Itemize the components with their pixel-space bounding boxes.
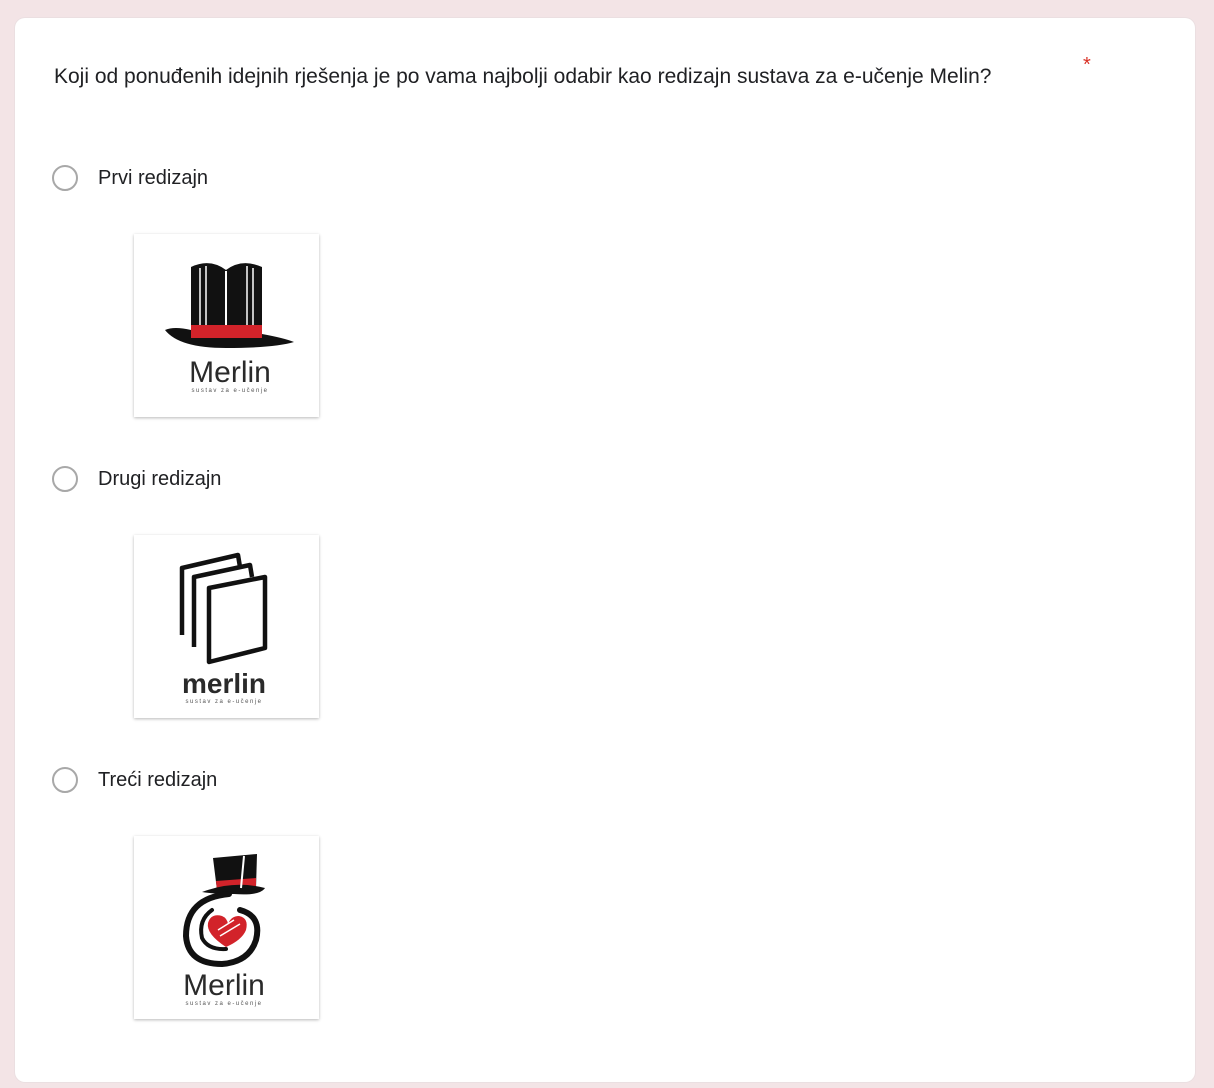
logo-tagline: sustav za e-učenje bbox=[185, 1001, 262, 1007]
option-drugi-redizajn[interactable]: Drugi redizajn bbox=[52, 466, 221, 492]
heart-top-hat-icon: Merlin sustav za e-učenje bbox=[182, 854, 265, 1007]
radio-button[interactable] bbox=[52, 466, 78, 492]
radio-button[interactable] bbox=[52, 767, 78, 793]
question-title: Koji od ponuđenih idejnih rješenja je po… bbox=[54, 65, 992, 88]
option-label: Treći redizajn bbox=[98, 768, 218, 791]
logo-tagline: sustav za e-učenje bbox=[185, 699, 262, 705]
logo-image-treci: Merlin sustav za e-učenje bbox=[134, 836, 319, 1019]
required-asterisk: * bbox=[1083, 54, 1091, 76]
radio-button[interactable] bbox=[52, 165, 78, 191]
book-top-hat-icon: Merlin sustav za e-učenje bbox=[165, 263, 294, 394]
logo-wordmark: merlin bbox=[182, 668, 266, 699]
question-card: Koji od ponuđenih idejnih rješenja je po… bbox=[15, 18, 1195, 1082]
logo-tagline: sustav za e-učenje bbox=[191, 388, 268, 394]
logo-image-drugi: merlin sustav za e-učenje bbox=[134, 535, 319, 718]
stacked-books-icon: merlin sustav za e-učenje bbox=[179, 552, 268, 705]
option-label: Drugi redizajn bbox=[98, 467, 222, 490]
option-treci-redizajn[interactable]: Treći redizajn bbox=[52, 767, 217, 793]
logo-image-prvi: Merlin sustav za e-učenje bbox=[134, 234, 319, 417]
logo-wordmark: Merlin bbox=[183, 969, 265, 1002]
logo-wordmark: Merlin bbox=[189, 356, 271, 389]
option-prvi-redizajn[interactable]: Prvi redizajn bbox=[52, 165, 208, 191]
option-label: Prvi redizajn bbox=[98, 166, 209, 189]
